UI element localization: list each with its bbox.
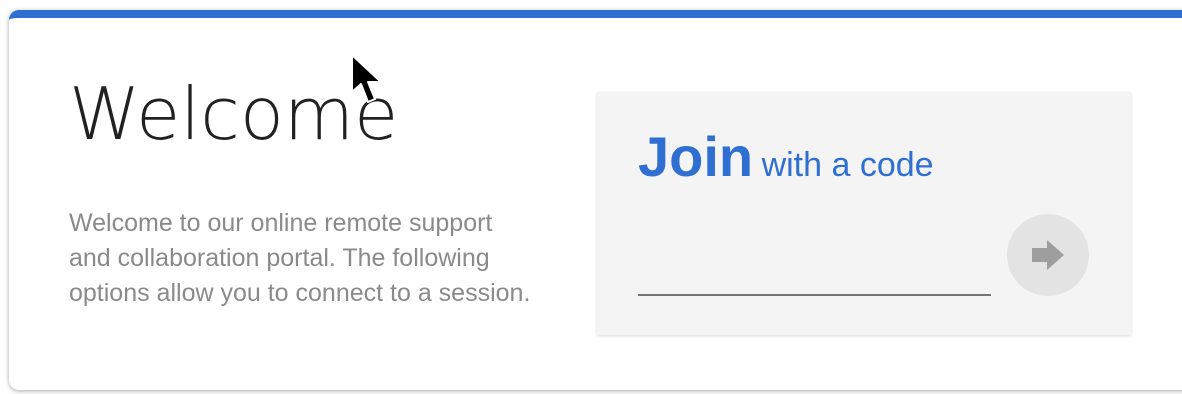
join-with-code-panel: Join with a code (597, 92, 1131, 335)
arrow-right-icon (1032, 240, 1064, 270)
mouse-cursor-icon (351, 54, 382, 103)
page-title: Welcome (69, 72, 399, 156)
join-heading-rest: with a code (761, 146, 934, 184)
welcome-description: Welcome to our online remote support and… (69, 209, 531, 307)
join-submit-button[interactable] (1007, 214, 1089, 296)
welcome-card: Welcome Welcome to our online remote sup… (9, 10, 1182, 390)
session-code-input[interactable] (638, 252, 991, 296)
join-heading: Join with a code (638, 124, 934, 189)
join-heading-strong: Join (638, 125, 754, 188)
